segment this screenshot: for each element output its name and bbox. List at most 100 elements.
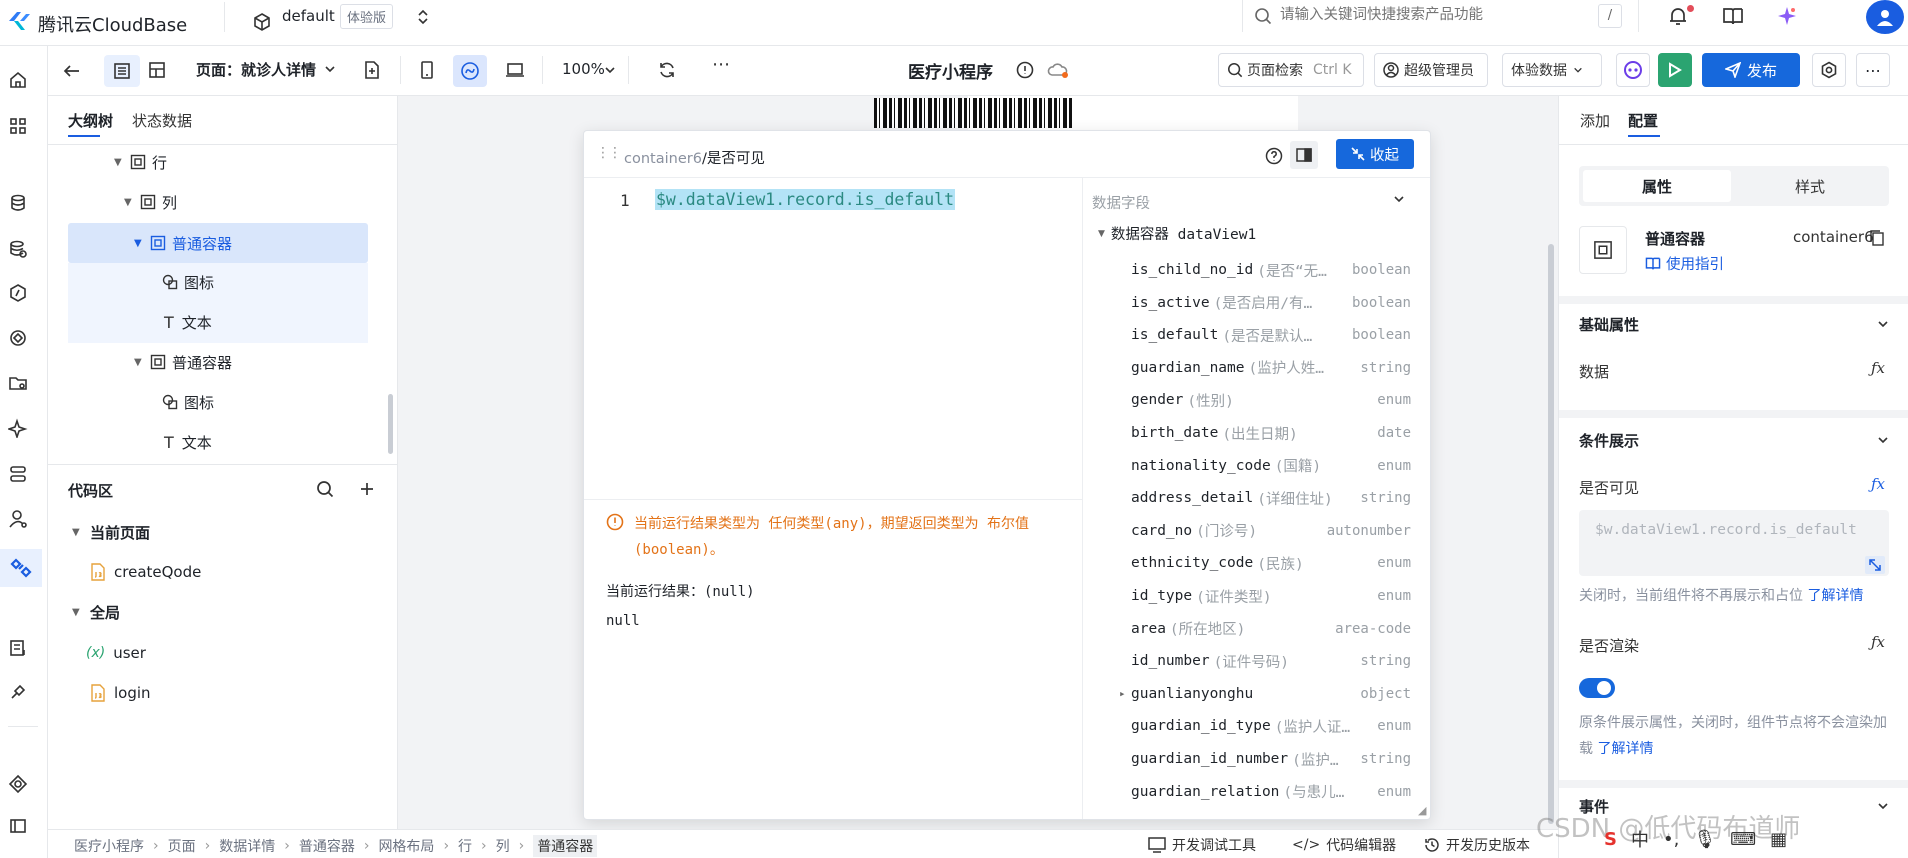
data-field-item[interactable]: is_child_no_id (是否“无… boolean bbox=[1131, 254, 1411, 286]
extension-icon[interactable] bbox=[8, 774, 28, 794]
tree-node-column[interactable]: ▼ 列 bbox=[124, 184, 414, 220]
search-icon[interactable] bbox=[316, 480, 334, 498]
global-search-input[interactable] bbox=[1280, 2, 1580, 28]
condition-title[interactable]: 条件展示 bbox=[1579, 430, 1639, 451]
data-field-item[interactable]: ▸ guanlianyonghu object bbox=[1119, 678, 1411, 710]
events-title[interactable]: 事件 bbox=[1579, 796, 1609, 817]
tree-scrollbar[interactable] bbox=[388, 394, 393, 454]
run-preview-button[interactable] bbox=[1658, 53, 1692, 87]
data-field-item[interactable]: card_no (门诊号) autonumber bbox=[1131, 515, 1411, 547]
chevron-down-icon[interactable] bbox=[1393, 193, 1405, 205]
sogou-logo-icon[interactable]: S bbox=[1604, 829, 1617, 850]
tab-outline[interactable]: 大纲树 bbox=[68, 110, 113, 131]
user-permission-icon[interactable] bbox=[8, 509, 28, 529]
breadcrumb-item[interactable]: 普通容器 bbox=[299, 836, 355, 856]
tab-state-data[interactable]: 状态数据 bbox=[132, 110, 192, 131]
desktop-preview-icon[interactable] bbox=[505, 60, 525, 80]
chevron-down-icon[interactable] bbox=[1877, 318, 1889, 330]
book-icon[interactable] bbox=[1722, 5, 1744, 27]
data-field-item[interactable]: id_number (证件号码) string bbox=[1131, 645, 1411, 677]
data-container-node[interactable]: ▼ 数据容器 dataView1 bbox=[1098, 223, 1256, 244]
data-field-item[interactable]: birth_date (出生日期) date bbox=[1131, 417, 1411, 449]
role-switch-button[interactable]: 超级管理员 bbox=[1374, 53, 1488, 87]
breadcrumb-item[interactable]: 数据详情 bbox=[219, 836, 275, 856]
fx-icon[interactable]: ƒx bbox=[1871, 633, 1885, 651]
expand-editor-icon[interactable] bbox=[1865, 556, 1885, 574]
ai-sparkle-icon[interactable] bbox=[8, 418, 28, 438]
render-toggle[interactable] bbox=[1579, 678, 1615, 698]
data-field-item[interactable]: ethnicity_code (民族) enum bbox=[1131, 547, 1411, 579]
data-field-item[interactable]: guardian_id_number (监护… string bbox=[1131, 743, 1411, 775]
page-search-button[interactable]: 页面检索 Ctrl K bbox=[1218, 53, 1364, 87]
breadcrumb-item[interactable]: 页面 bbox=[168, 836, 196, 856]
sub-tab-props[interactable]: 属性 bbox=[1583, 170, 1731, 202]
add-icon[interactable] bbox=[358, 480, 376, 498]
user-avatar[interactable] bbox=[1866, 0, 1904, 34]
copy-icon[interactable] bbox=[1869, 229, 1885, 247]
learn-more-link[interactable]: 了解详情 bbox=[1807, 588, 1863, 604]
data-field-item[interactable]: nationality_code (国籍) enum bbox=[1131, 450, 1411, 482]
usage-guide-link[interactable]: 使用指引 bbox=[1645, 253, 1724, 274]
data-field-item[interactable]: id_type (证件类型) enum bbox=[1131, 580, 1411, 612]
tree-node-icon[interactable]: 图标 bbox=[158, 384, 358, 420]
code-editor-area[interactable] bbox=[584, 178, 1082, 494]
grid-menu-icon[interactable]: ▦ bbox=[1770, 829, 1787, 850]
data-field-item[interactable]: is_default (是否是默认… boolean bbox=[1131, 319, 1411, 351]
fx-icon[interactable]: ƒx bbox=[1871, 475, 1885, 493]
chevron-down-icon[interactable] bbox=[604, 64, 616, 76]
cloudbase-logo-icon[interactable] bbox=[6, 8, 32, 34]
cloud-sync-icon[interactable] bbox=[1047, 61, 1069, 79]
learn-more-link[interactable]: 了解详情 bbox=[1597, 741, 1653, 757]
resize-handle-icon[interactable]: ◢ bbox=[1418, 804, 1426, 817]
breadcrumb-item[interactable]: 列 bbox=[496, 836, 510, 856]
plugin-icon[interactable] bbox=[8, 682, 28, 702]
data-model-icon[interactable] bbox=[8, 239, 28, 259]
code-group-global[interactable]: ▼ 全局 bbox=[72, 594, 372, 630]
keyboard-icon[interactable]: ⌨ bbox=[1730, 829, 1756, 850]
collapse-sidebar-icon[interactable] bbox=[8, 816, 28, 836]
more-menu-button[interactable]: ⋯ bbox=[1856, 53, 1890, 87]
visible-expression-input[interactable]: $w.dataView1.record.is_default bbox=[1579, 510, 1889, 576]
ai-assistant-icon[interactable] bbox=[1776, 5, 1798, 27]
tree-node-row[interactable]: ▼ 行 bbox=[114, 144, 404, 180]
microphone-icon[interactable]: 🎙 bbox=[1693, 829, 1716, 850]
collapse-button[interactable]: 收起 bbox=[1336, 139, 1414, 169]
zoom-selector[interactable]: 100% bbox=[562, 60, 605, 78]
workflow-icon[interactable] bbox=[8, 464, 28, 484]
ai-copilot-button[interactable] bbox=[1616, 53, 1650, 87]
data-field-item[interactable]: gender (性别) enum bbox=[1131, 384, 1411, 416]
ime-mode-icon[interactable]: 中 bbox=[1631, 826, 1649, 852]
page-selector[interactable]: 页面：就诊人详情 bbox=[196, 59, 316, 80]
punctuation-icon[interactable]: •, bbox=[1663, 829, 1679, 850]
breadcrumb-root[interactable]: container6 bbox=[624, 151, 702, 167]
data-mode-select[interactable]: 体验数据 bbox=[1502, 53, 1602, 87]
breadcrumb-item[interactable]: 网格布局 bbox=[378, 836, 434, 856]
env-name[interactable]: default bbox=[282, 7, 335, 25]
bell-icon[interactable] bbox=[1667, 5, 1689, 27]
code-item-login[interactable]: login bbox=[90, 675, 370, 711]
canvas-scrollbar[interactable] bbox=[1548, 244, 1554, 824]
code-group-current-page[interactable]: ▼ 当前页面 bbox=[72, 514, 372, 550]
tree-node-container-selected[interactable]: ▼ 普通容器 bbox=[134, 225, 364, 261]
data-field-item[interactable]: guardian_id_type (监护人证… enum bbox=[1131, 710, 1411, 742]
tree-node-text[interactable]: T 文本 bbox=[158, 424, 358, 460]
breadcrumb-item[interactable]: 医疗小程序 bbox=[74, 836, 144, 856]
fx-icon[interactable]: ƒx bbox=[1871, 359, 1885, 377]
code-item-user[interactable]: (x) user bbox=[86, 635, 366, 671]
toggle-panel-icon[interactable] bbox=[1290, 141, 1318, 169]
tree-node-container[interactable]: ▼ 普通容器 bbox=[134, 344, 364, 380]
data-field-item[interactable]: address_detail (详细住址) string bbox=[1131, 482, 1411, 514]
breadcrumb-item[interactable]: 行 bbox=[458, 836, 472, 856]
storage-folder-icon[interactable] bbox=[8, 373, 28, 393]
chevron-down-icon[interactable] bbox=[1877, 434, 1889, 446]
debug-tools-button[interactable]: 开发调试工具 bbox=[1148, 835, 1256, 855]
history-button[interactable]: 开发历史版本 bbox=[1424, 835, 1530, 855]
publish-button[interactable]: 发布 bbox=[1702, 53, 1800, 87]
help-icon[interactable] bbox=[1265, 147, 1283, 165]
chevron-down-icon[interactable] bbox=[1877, 800, 1889, 812]
apps-grid-icon[interactable] bbox=[8, 116, 28, 136]
back-arrow-icon[interactable] bbox=[62, 61, 82, 81]
more-dots-icon[interactable]: ⋯ bbox=[712, 54, 730, 75]
breadcrumb-item[interactable]: 普通容器 bbox=[533, 835, 598, 857]
home-icon[interactable] bbox=[8, 70, 28, 90]
